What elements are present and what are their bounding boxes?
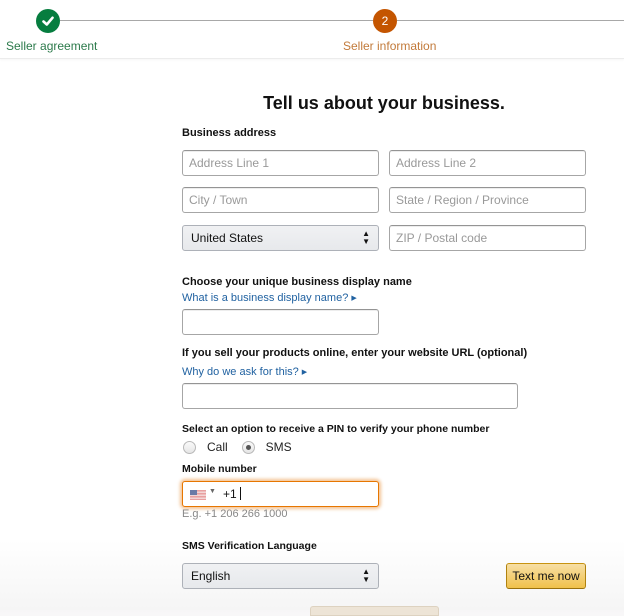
zip-input[interactable]: ZIP / Postal code <box>389 225 586 251</box>
address-line-2-input[interactable]: Address Line 2 <box>389 150 586 176</box>
display-name-input[interactable] <box>182 309 379 335</box>
sms-language-select[interactable]: English ▲ ▼ <box>182 563 379 589</box>
mobile-number-value: +1 <box>223 487 241 501</box>
mobile-number-input[interactable]: ▼ +1 <box>182 481 379 507</box>
mobile-number-label: Mobile number <box>182 463 257 475</box>
step-current-indicator: 2 <box>373 9 397 33</box>
progress-header: Seller agreement 2 Seller information <box>0 0 624 59</box>
us-flag-icon[interactable] <box>190 490 206 500</box>
pin-method-radio-group: Call SMS <box>183 440 292 454</box>
city-input[interactable]: City / Town <box>182 187 379 213</box>
text-cursor <box>239 487 241 500</box>
country-code-dropdown-icon[interactable]: ▼ <box>209 488 216 495</box>
step-connector <box>397 20 624 21</box>
display-name-help-link[interactable]: What is a business display name? ▶ <box>182 292 357 304</box>
checkmark-icon <box>42 16 54 26</box>
website-url-input[interactable] <box>182 383 518 409</box>
mobile-number-text: +1 <box>223 487 237 501</box>
call-radio-label[interactable]: Call <box>207 440 228 454</box>
step-label-seller-agreement: Seller agreement <box>6 39 98 53</box>
pin-method-label: Select an option to receive a PIN to ver… <box>182 423 490 435</box>
step-label-seller-information: Seller information <box>343 39 437 53</box>
display-name-help-text[interactable]: What is a business display name? <box>182 292 348 304</box>
website-help-link[interactable]: Why do we ask for this? ▶ <box>182 366 307 378</box>
step-complete-indicator <box>36 9 60 33</box>
sms-language-label: SMS Verification Language <box>182 540 317 552</box>
address-line-1-input[interactable]: Address Line 1 <box>182 150 379 176</box>
caret-right-icon: ▶ <box>351 295 357 302</box>
business-address-label: Business address <box>182 127 277 139</box>
sms-radio-label[interactable]: SMS <box>266 440 292 454</box>
sms-radio[interactable] <box>241 440 255 454</box>
page-title: Tell us about your business. <box>263 93 505 113</box>
country-select[interactable]: United States ▲ ▼ <box>182 225 379 251</box>
sms-language-value: English <box>191 569 231 583</box>
step-connector <box>60 20 373 21</box>
state-input[interactable]: State / Region / Province <box>389 187 586 213</box>
caret-right-icon: ▶ <box>301 369 308 376</box>
website-help-text[interactable]: Why do we ask for this? <box>182 366 299 378</box>
select-arrows-icon: ▲ ▼ <box>362 229 370 246</box>
website-label: If you sell your products online, enter … <box>182 347 528 359</box>
text-me-now-button[interactable]: Text me now <box>506 563 586 589</box>
call-radio[interactable] <box>183 440 196 454</box>
mobile-number-example: E.g. +1 206 266 1000 <box>182 508 288 520</box>
display-name-label: Choose your unique business display name <box>182 276 412 288</box>
country-select-value: United States <box>191 231 264 245</box>
next-button-partial[interactable] <box>310 606 439 616</box>
select-arrows-icon: ▲ ▼ <box>362 567 370 584</box>
